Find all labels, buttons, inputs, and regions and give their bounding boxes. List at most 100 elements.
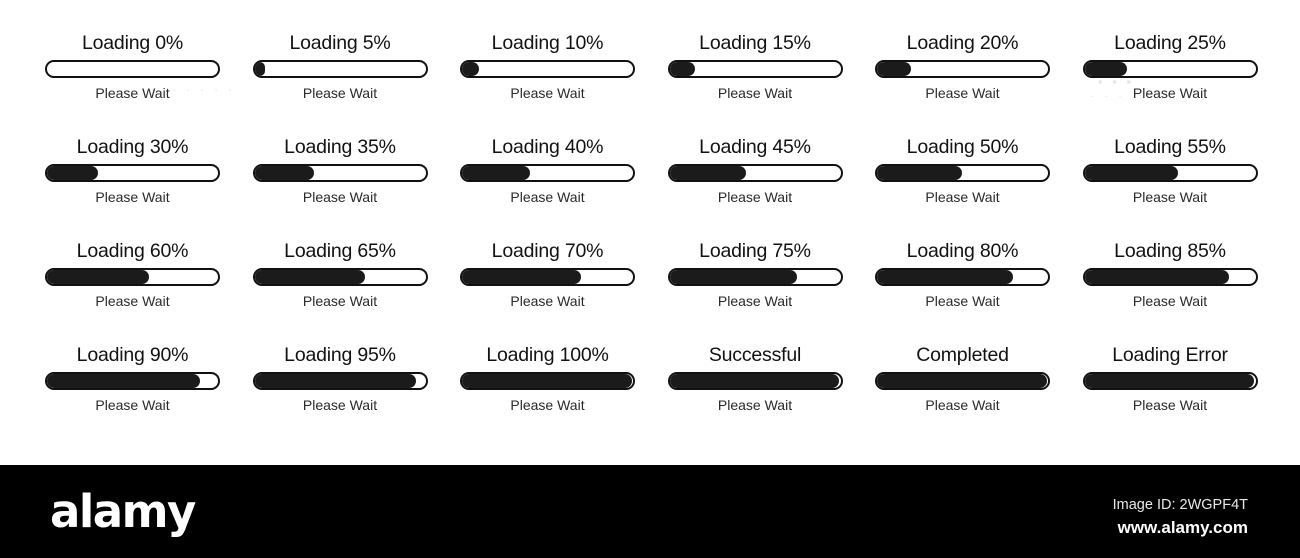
progress-bar-track (45, 60, 220, 78)
loader-subtitle: Please Wait (1132, 85, 1208, 101)
progress-bar-fill (877, 270, 1013, 284)
loader-card: Loading Error Please Wait (1058, 342, 1266, 446)
loader-title: Loading 100% (486, 344, 609, 366)
loader-card: Loading 0% Please Wait (20, 30, 228, 134)
progress-bar-fill (1084, 374, 1255, 388)
loader-card: Loading 40% Please Wait (435, 134, 643, 238)
loader-card: Loading 75% Please Wait (643, 238, 851, 342)
loader-title: Loading Error (1112, 344, 1228, 366)
loader-subtitle: Please Wait (1132, 293, 1208, 309)
progress-bar-fill (254, 374, 416, 388)
progress-bar-fill (462, 166, 530, 180)
loader-card: Loading 10% Please Wait (435, 30, 643, 134)
loader-subtitle: Please Wait (510, 293, 585, 309)
progress-bar-track (875, 60, 1050, 78)
loader-title: Completed (916, 344, 1009, 366)
progress-bar-track (875, 164, 1050, 182)
progress-bar-fill (669, 270, 797, 284)
progress-bar-track (875, 268, 1050, 286)
progress-bar-fill (877, 374, 1047, 388)
progress-bar-track (252, 268, 428, 286)
loader-subtitle: Please Wait (925, 397, 1000, 413)
loader-card: Loading 50% Please Wait (850, 134, 1058, 238)
loader-title: Loading 0% (81, 32, 183, 54)
loader-subtitle: Please Wait (717, 189, 793, 205)
loader-subtitle: Please Wait (95, 293, 170, 309)
loader-card: Loading 25% Please Wait (1058, 30, 1266, 134)
loader-card: Loading 55% Please Wait (1058, 134, 1266, 238)
loader-title: Loading 85% (1114, 240, 1226, 262)
progress-bar-fill (877, 166, 962, 180)
loader-subtitle: Please Wait (1132, 397, 1208, 413)
loader-subtitle: Please Wait (717, 85, 793, 101)
progress-bar-fill (462, 374, 632, 388)
loader-card: Loading 5% Please Wait (228, 30, 436, 134)
loader-card: Loading 30% Please Wait (20, 134, 228, 238)
loader-card: Loading 15% Please Wait (643, 30, 851, 134)
progress-bar-fill (47, 374, 200, 388)
progress-bar-track (460, 164, 635, 182)
progress-bar-track (1082, 268, 1258, 286)
progress-bar-track (45, 268, 220, 286)
loader-title: Loading 25% (1114, 32, 1226, 54)
alamy-url-label: www.alamy.com (1117, 518, 1248, 537)
progress-bar-fill (669, 62, 695, 76)
loader-title: Loading 15% (699, 32, 811, 54)
loader-grid: Loading 0% Please Wait Loading 5% Please Wa… (0, 0, 1300, 465)
loader-title: Loading 45% (699, 136, 811, 158)
progress-bar-track (1082, 164, 1258, 182)
loader-card: Loading 35% Please Wait (228, 134, 436, 238)
progress-bar-track (1082, 60, 1258, 78)
loader-title: Loading 70% (491, 240, 604, 262)
progress-bar-track (252, 60, 428, 78)
loader-card: Successful Please Wait (643, 342, 851, 446)
progress-bar-fill (254, 270, 365, 284)
progress-bar-fill (1084, 166, 1178, 180)
loader-subtitle: Please Wait (510, 85, 585, 101)
progress-bar-track (667, 164, 843, 182)
progress-bar-track (45, 164, 220, 182)
loader-subtitle: Please Wait (302, 85, 378, 101)
progress-bar-fill (669, 166, 746, 180)
loader-title: Loading 55% (1114, 136, 1226, 158)
image-id-label: Image ID: 2WGPF4T (1112, 497, 1248, 513)
progress-bar-fill (462, 270, 581, 284)
loader-title: Loading 80% (906, 240, 1019, 262)
progress-bar-track (875, 372, 1050, 390)
loader-card: Loading 65% Please Wait (228, 238, 436, 342)
loader-subtitle: Please Wait (925, 85, 1000, 101)
alamy-logo: alamy (50, 485, 196, 538)
progress-bar-track (460, 268, 635, 286)
loader-card: Completed Please Wait (850, 342, 1058, 446)
loader-subtitle: Please Wait (95, 189, 170, 205)
loader-title: Loading 30% (76, 136, 189, 158)
loader-card: Loading 80% Please Wait (850, 238, 1058, 342)
loader-title: Loading 65% (284, 240, 396, 262)
progress-bar-fill (1084, 62, 1127, 76)
loader-title: Loading 90% (76, 344, 189, 366)
loader-title: Loading 20% (906, 32, 1019, 54)
loader-subtitle: Please Wait (717, 293, 793, 309)
loader-subtitle: Please Wait (510, 189, 585, 205)
loader-subtitle: Please Wait (717, 397, 793, 413)
footer-metadata: Image ID: 2WGPF4T www.alamy.com (1113, 495, 1248, 540)
progress-bar-fill (877, 62, 911, 76)
progress-bar-fill (254, 62, 265, 76)
loader-card: Loading 100% Please Wait (435, 342, 643, 446)
loader-title: Loading 10% (491, 32, 604, 54)
progress-bar-track (1082, 372, 1258, 390)
loader-card: Loading 90% Please Wait (20, 342, 228, 446)
loader-card: Loading 45% Please Wait (643, 134, 851, 238)
screenshot-stage: Loading 0% Please Wait Loading 5% Please Wa… (0, 0, 1300, 558)
loader-card: Loading 20% Please Wait (850, 30, 1058, 134)
loader-subtitle: Please Wait (925, 293, 1000, 309)
loader-title: Loading 95% (284, 344, 396, 366)
loader-subtitle: Please Wait (302, 293, 378, 309)
loader-title: Successful (708, 344, 802, 366)
progress-bar-fill (669, 374, 840, 388)
progress-bar-fill (47, 270, 149, 284)
progress-bar-track (667, 60, 843, 78)
loader-title: Loading 35% (284, 136, 396, 158)
loader-subtitle: Please Wait (1132, 189, 1208, 205)
loader-card: Loading 95% Please Wait (228, 342, 436, 446)
